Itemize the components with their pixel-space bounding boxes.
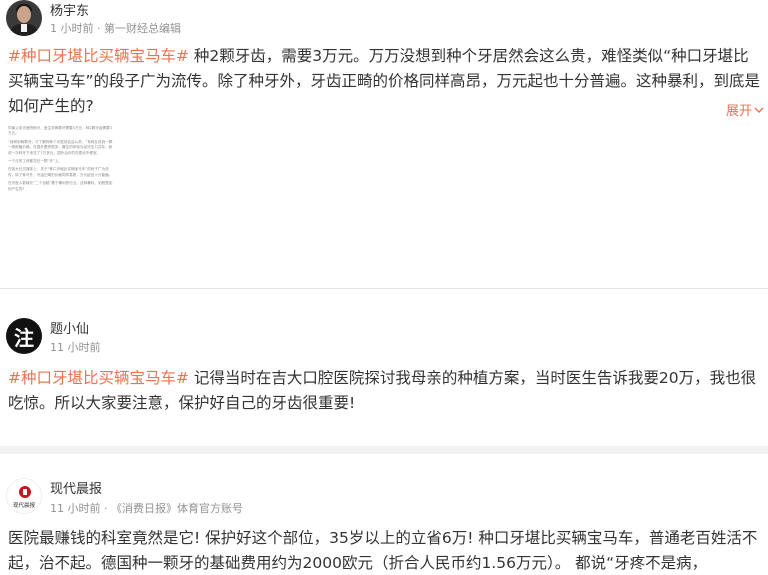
avatar[interactable]: 现代晨报: [6, 478, 42, 514]
avatar-glyph: 注: [6, 318, 42, 354]
post-card: 注 题小仙 11 小时前 #种口牙堪比买辆宝马车# 记得当时在吉大口腔医院探讨我…: [0, 298, 768, 446]
thumbnail-paragraph: 在各大社交媒体上，关于“种口牙堪比买辆宝马车”的段子广为流传，除了种牙外，牙齿正…: [8, 167, 113, 177]
hashtag-link[interactable]: #种口牙堪比买辆宝马车#: [8, 369, 189, 387]
post-meta: 11 小时前 · 《消费日报》体育官方账号: [50, 502, 243, 515]
post-text: #种口牙堪比买辆宝马车# 种2颗牙齿，需要3万元。万万没想到种个牙居然会这么贵，…: [8, 44, 764, 119]
author-name[interactable]: 题小仙: [50, 318, 89, 337]
expand-label: 展开: [725, 104, 752, 119]
post-meta: 11 小时前: [50, 341, 101, 354]
divider: [0, 446, 768, 454]
thumbnail-paragraph: “我种到两颗牙，才了解到种个牙居然会这么贵。”有网友说到一颗一般种植价格，在国外…: [8, 139, 113, 155]
newspaper-logo-icon: [19, 486, 31, 498]
chevron-down-icon: [754, 107, 764, 113]
author-name[interactable]: 现代晨报: [50, 478, 102, 497]
thumbnail-paragraph: 同事父亲去医院种牙，医生说两颗牙需要3万元，种2颗牙齿需要3万元。: [8, 126, 112, 136]
post-meta: 1 小时前 · 第一财经总编辑: [50, 22, 181, 35]
article-thumbnail[interactable]: 同事父亲去医院种牙，医生说两颗牙需要3万元，种2颗牙齿需要3万元。 “我种到两颗…: [8, 126, 126, 256]
logo-text: 现代晨报: [12, 503, 35, 509]
thumbnail-paragraph: 在牙医人数增长“二个也越”基于暴利的行业，这种暴利，到底是如何产生的?: [8, 181, 113, 191]
post-card: 杨宇东 1 小时前 · 第一财经总编辑 #种口牙堪比买辆宝马车# 种2颗牙齿，需…: [0, 0, 768, 290]
post-card: 现代晨报 现代晨报 11 小时前 · 《消费日报》体育官方账号 医院最赚钱的科室…: [0, 460, 768, 575]
avatar[interactable]: [6, 0, 42, 36]
avatar[interactable]: 注: [6, 318, 42, 354]
author-name[interactable]: 杨宇东: [50, 0, 89, 19]
hashtag-link[interactable]: #种口牙堪比买辆宝马车#: [8, 47, 189, 65]
divider: [0, 288, 768, 289]
post-text: 医院最赚钱的科室竟然是它! 保护好这个部位，35岁以上的立省6万! 种口牙堪比买…: [8, 529, 758, 572]
expand-button[interactable]: 展开: [726, 100, 764, 119]
thumbnail-paragraph: 一个月的工资都花在一颗“牙”上。: [8, 159, 63, 164]
post-text: #种口牙堪比买辆宝马车# 记得当时在吉大口腔医院探讨我母亲的种植方案，当时医生告…: [8, 366, 764, 416]
